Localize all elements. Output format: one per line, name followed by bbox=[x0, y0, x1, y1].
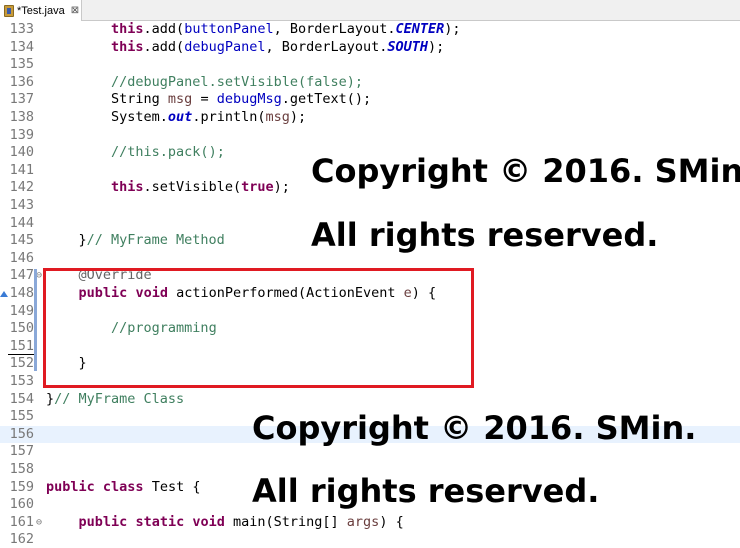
watermark-rights-1: All rights reserved. bbox=[311, 216, 659, 254]
tab-test-java[interactable]: *Test.java ⊠ bbox=[0, 0, 82, 21]
line-number: 144 bbox=[9, 215, 34, 231]
code-text: }// MyFrame Class bbox=[46, 391, 185, 407]
code-line-138[interactable]: 138 System.out.println(msg); bbox=[0, 109, 740, 126]
code-text: //this.pack(); bbox=[111, 144, 225, 160]
java-file-icon bbox=[4, 4, 14, 17]
code-text: public static void main(String[] args) { bbox=[78, 514, 404, 530]
line-number: 149 bbox=[9, 303, 34, 319]
line-number: 133 bbox=[9, 21, 34, 37]
line-number: 155 bbox=[9, 408, 34, 424]
code-line-161[interactable]: 161 ⊖ public static void main(String[] ar… bbox=[0, 514, 740, 531]
line-number: 135 bbox=[9, 56, 34, 72]
line-number: 142 bbox=[9, 179, 34, 195]
code-line-136[interactable]: 136 //debugPanel.setVisible(false); bbox=[0, 74, 740, 91]
highlight-box bbox=[43, 268, 474, 388]
code-text: this.add(debugPanel, BorderLayout.SOUTH)… bbox=[111, 39, 445, 55]
code-text: System.out.println(msg); bbox=[46, 109, 307, 125]
watermark-copyright-1: Copyright © 2016. SMin. bbox=[311, 152, 740, 190]
line-number: 147 bbox=[9, 267, 34, 283]
editor-tab-bar: *Test.java ⊠ bbox=[0, 0, 740, 21]
code-line-143[interactable]: 143 bbox=[0, 197, 740, 214]
line-number: 156 bbox=[9, 426, 34, 442]
line-number: 137 bbox=[9, 91, 34, 107]
line-number: 158 bbox=[9, 461, 34, 477]
code-line-162[interactable]: 162 bbox=[0, 531, 740, 548]
code-text: String msg = debugMsg.getText(); bbox=[46, 91, 372, 107]
line-number: 145 bbox=[9, 232, 34, 248]
line-number: 152 bbox=[9, 355, 34, 371]
code-line-137[interactable]: 137 String msg = debugMsg.getText(); bbox=[0, 91, 740, 108]
code-line-135[interactable]: 135 bbox=[0, 56, 740, 73]
line-number: 151 bbox=[9, 338, 34, 354]
code-text: this.setVisible(true); bbox=[111, 179, 290, 195]
code-text: this.add(buttonPanel, BorderLayout.CENTE… bbox=[111, 21, 461, 37]
watermark-rights-2: All rights reserved. bbox=[252, 472, 600, 510]
line-number: 141 bbox=[9, 162, 34, 178]
range-indicator bbox=[34, 269, 37, 371]
code-line-134[interactable]: 134 this.add(debugPanel, BorderLayout.SO… bbox=[0, 39, 740, 56]
line-number: 146 bbox=[9, 250, 34, 266]
fold-toggle-icon[interactable]: ⊖ bbox=[34, 514, 44, 531]
tab-title: *Test.java bbox=[17, 4, 65, 17]
line-number: 143 bbox=[9, 197, 34, 213]
close-icon[interactable]: ⊠ bbox=[71, 5, 79, 16]
watermark-copyright-2: Copyright © 2016. SMin. bbox=[252, 409, 697, 447]
line-number: 159 bbox=[9, 479, 34, 495]
code-line-133[interactable]: 133 this.add(buttonPanel, BorderLayout.C… bbox=[0, 21, 740, 38]
code-text: public class Test { bbox=[46, 479, 201, 495]
line-number: 139 bbox=[9, 127, 34, 143]
code-line-139[interactable]: 139 bbox=[0, 127, 740, 144]
line-number: 150 bbox=[9, 320, 34, 336]
line-number: 138 bbox=[9, 109, 34, 125]
line-number: 160 bbox=[9, 496, 34, 512]
line-number: 136 bbox=[9, 74, 34, 90]
code-line-154[interactable]: 154 }// MyFrame Class bbox=[0, 391, 740, 408]
line-number: 162 bbox=[9, 531, 34, 547]
code-text: //debugPanel.setVisible(false); bbox=[111, 74, 363, 90]
line-number: 140 bbox=[9, 144, 34, 160]
line-number: 154 bbox=[9, 391, 34, 407]
line-number: 161 bbox=[9, 514, 34, 530]
line-number: 153 bbox=[9, 373, 34, 389]
line-number: 157 bbox=[9, 443, 34, 459]
code-text: }// MyFrame Method bbox=[46, 232, 225, 248]
line-number: 134 bbox=[9, 39, 34, 55]
